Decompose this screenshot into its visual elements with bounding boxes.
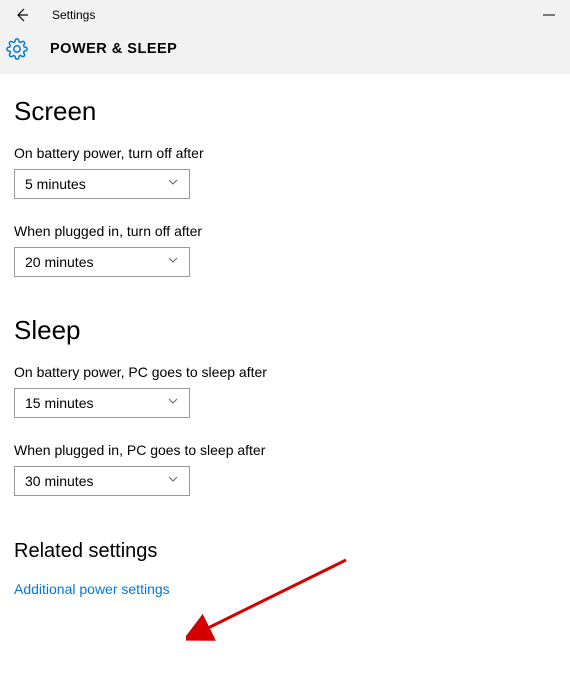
sleep-battery-value: 15 minutes — [25, 395, 179, 411]
back-button[interactable] — [12, 6, 30, 24]
back-arrow-icon — [13, 7, 29, 23]
sleep-plugged-value: 30 minutes — [25, 473, 179, 489]
additional-power-settings-link[interactable]: Additional power settings — [14, 581, 556, 597]
related-settings-heading: Related settings — [14, 540, 556, 563]
chevron-down-icon — [167, 175, 179, 193]
screen-battery-dropdown[interactable]: 5 minutes — [14, 169, 190, 199]
minimize-icon — [543, 9, 555, 21]
sleep-plugged-dropdown[interactable]: 30 minutes — [14, 466, 190, 496]
minimize-button[interactable] — [540, 9, 558, 21]
chevron-down-icon — [167, 253, 179, 271]
window-title: Settings — [52, 8, 95, 22]
sleep-battery-label: On battery power, PC goes to sleep after — [14, 364, 556, 380]
screen-section-heading: Screen — [14, 96, 556, 127]
chevron-down-icon — [167, 394, 179, 412]
chevron-down-icon — [167, 472, 179, 490]
screen-battery-label: On battery power, turn off after — [14, 145, 556, 161]
screen-plugged-value: 20 minutes — [25, 254, 179, 270]
sleep-plugged-label: When plugged in, PC goes to sleep after — [14, 442, 556, 458]
screen-plugged-dropdown[interactable]: 20 minutes — [14, 247, 190, 277]
settings-gear-icon — [6, 38, 28, 60]
page-title: POWER & SLEEP — [50, 41, 177, 57]
sleep-section-heading: Sleep — [14, 315, 556, 346]
screen-battery-value: 5 minutes — [25, 176, 179, 192]
screen-plugged-label: When plugged in, turn off after — [14, 223, 556, 239]
sleep-battery-dropdown[interactable]: 15 minutes — [14, 388, 190, 418]
